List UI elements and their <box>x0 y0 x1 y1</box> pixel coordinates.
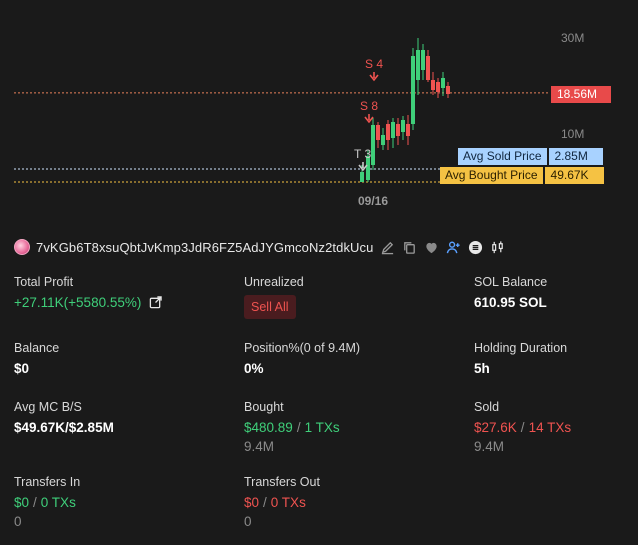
candle-body <box>431 80 435 90</box>
sold-txs: 14 TXs <box>528 420 572 435</box>
trade-mark-label: S 4 <box>365 57 383 71</box>
balance-label: Balance <box>14 341 60 355</box>
stat-transfers-out: Transfers Out $0/0 TXs 0 <box>244 475 320 529</box>
position-label: Position%(0 of 9.4M) <box>244 341 361 355</box>
bought-amount: $480.89 <box>244 420 293 435</box>
trade-marks: S 4 S 8 T 3 <box>354 57 383 172</box>
avg-sold-price-value: 2.85M <box>548 148 603 165</box>
avg-sold-price-tag: Avg Sold Price 2.85M <box>458 148 603 165</box>
sold-amount: $27.6K <box>474 420 517 435</box>
token-avatar <box>14 239 30 255</box>
candle-body <box>360 172 364 182</box>
trade-mark-arrow <box>358 162 368 172</box>
sol-balance-value: 610.95 SOL <box>474 295 547 310</box>
sol-balance-label: SOL Balance <box>474 275 548 289</box>
bought-tokens: 9.4M <box>244 439 275 454</box>
bought-separator: / <box>296 420 301 435</box>
transfers-out-label: Transfers Out <box>244 475 320 489</box>
stat-sol-balance: SOL Balance 610.95 SOL <box>474 275 547 310</box>
transfers-out-value: $0/0 TXs <box>244 495 320 510</box>
transfers-in-amount: $0 <box>14 495 30 510</box>
candle-body <box>421 50 425 70</box>
candles-icon[interactable] <box>489 239 505 255</box>
y-tick-label: 10M <box>561 127 584 141</box>
trade-mark-label: T 3 <box>354 147 371 161</box>
trade-mark-arrow <box>369 72 379 82</box>
total-profit-value: +27.11K(+5580.55%) <box>14 295 162 310</box>
candle-body <box>386 124 390 140</box>
stat-sold: Sold $27.6K/14 TXs 9.4M <box>474 400 571 454</box>
bought-label: Bought <box>244 400 284 414</box>
stat-bought: Bought $480.89/1 TXs 9.4M <box>244 400 340 454</box>
candle-body <box>436 82 440 92</box>
stat-balance: Balance $0 <box>14 341 59 376</box>
stat-total-profit: Total Profit +27.11K(+5580.55%) <box>14 275 162 310</box>
trade-mark-arrow <box>364 114 374 124</box>
candle-body <box>376 125 380 140</box>
transfers-in-separator: / <box>33 495 37 510</box>
bought-txs: 1 TXs <box>304 420 340 435</box>
stat-position: Position%(0 of 9.4M) 0% <box>244 341 360 376</box>
stat-avg-mc: Avg MC B/S $49.67K/$2.85M <box>14 400 114 435</box>
sold-label: Sold <box>474 400 500 414</box>
sold-tokens: 9.4M <box>474 439 505 454</box>
list-icon[interactable] <box>467 239 483 255</box>
position-value: 0% <box>244 361 264 376</box>
transfers-in-label: Transfers In <box>14 475 81 489</box>
candle-body <box>391 122 395 138</box>
holding-duration-label: Holding Duration <box>474 341 568 355</box>
share-icon[interactable] <box>149 296 162 309</box>
candle-body <box>441 78 445 88</box>
candle-body <box>396 124 400 136</box>
avg-bought-price-tag: Avg Bought Price 49.67K <box>440 167 604 184</box>
avg-mc-value: $49.67K/$2.85M <box>14 420 114 435</box>
sold-separator: / <box>520 420 525 435</box>
candle-body <box>416 50 420 80</box>
user-add-icon[interactable] <box>445 239 461 255</box>
token-header: 7vKGb6T8xsuQbtJvKmp3JdR6FZ5AdJYGmcoNz2td… <box>14 237 505 257</box>
sell-all-button[interactable]: Sell All <box>244 295 296 319</box>
balance-value: $0 <box>14 361 30 376</box>
x-axis-date-label: 09/16 <box>358 194 388 208</box>
avg-mc-label: Avg MC B/S <box>14 400 82 414</box>
candle-body <box>371 125 375 165</box>
sold-value: $27.6K/14 TXs <box>474 420 571 435</box>
candle-body <box>406 124 410 136</box>
copy-icon[interactable] <box>401 239 417 255</box>
stat-holding-duration: Holding Duration 5h <box>474 341 567 376</box>
candle-body <box>381 135 385 145</box>
candle-body <box>446 86 450 94</box>
avg-bought-price-label: Avg Bought Price <box>440 167 543 184</box>
transfers-in-txs: 0 TXs <box>40 495 76 510</box>
candle-body <box>426 56 430 80</box>
unrealized-label: Unrealized <box>244 275 304 289</box>
trade-mark-label: S 8 <box>360 99 378 113</box>
transfers-in-value: $0/0 TXs <box>14 495 80 510</box>
candle-body <box>401 120 405 132</box>
transfers-out-txs: 0 TXs <box>270 495 306 510</box>
stat-unrealized: Unrealized Sell All <box>244 275 304 319</box>
transfers-out-separator: / <box>263 495 267 510</box>
avg-sold-price-label: Avg Sold Price <box>458 148 547 165</box>
heart-icon[interactable] <box>423 239 439 255</box>
total-profit-amount: +27.11K(+5580.55%) <box>14 295 142 310</box>
token-address[interactable]: 7vKGb6T8xsuQbtJvKmp3JdR6FZ5AdJYGmcoNz2td… <box>36 240 373 255</box>
stat-transfers-in: Transfers In $0/0 TXs 0 <box>14 475 80 529</box>
bought-value: $480.89/1 TXs <box>244 420 340 435</box>
avg-bought-price-value: 49.67K <box>544 167 604 184</box>
transfers-out-amount: $0 <box>244 495 260 510</box>
total-profit-label: Total Profit <box>14 275 74 289</box>
current-price-tag: 18.56M <box>551 86 611 103</box>
y-tick-label: 30M <box>561 31 584 45</box>
candle-body <box>411 56 415 124</box>
holding-duration-value: 5h <box>474 361 490 376</box>
transfers-in-tokens: 0 <box>14 514 22 529</box>
price-chart[interactable]: 30M 10M S 4 S 8 T 3 09/16 <box>0 0 638 222</box>
transfers-out-tokens: 0 <box>244 514 252 529</box>
edit-icon[interactable] <box>379 239 395 255</box>
